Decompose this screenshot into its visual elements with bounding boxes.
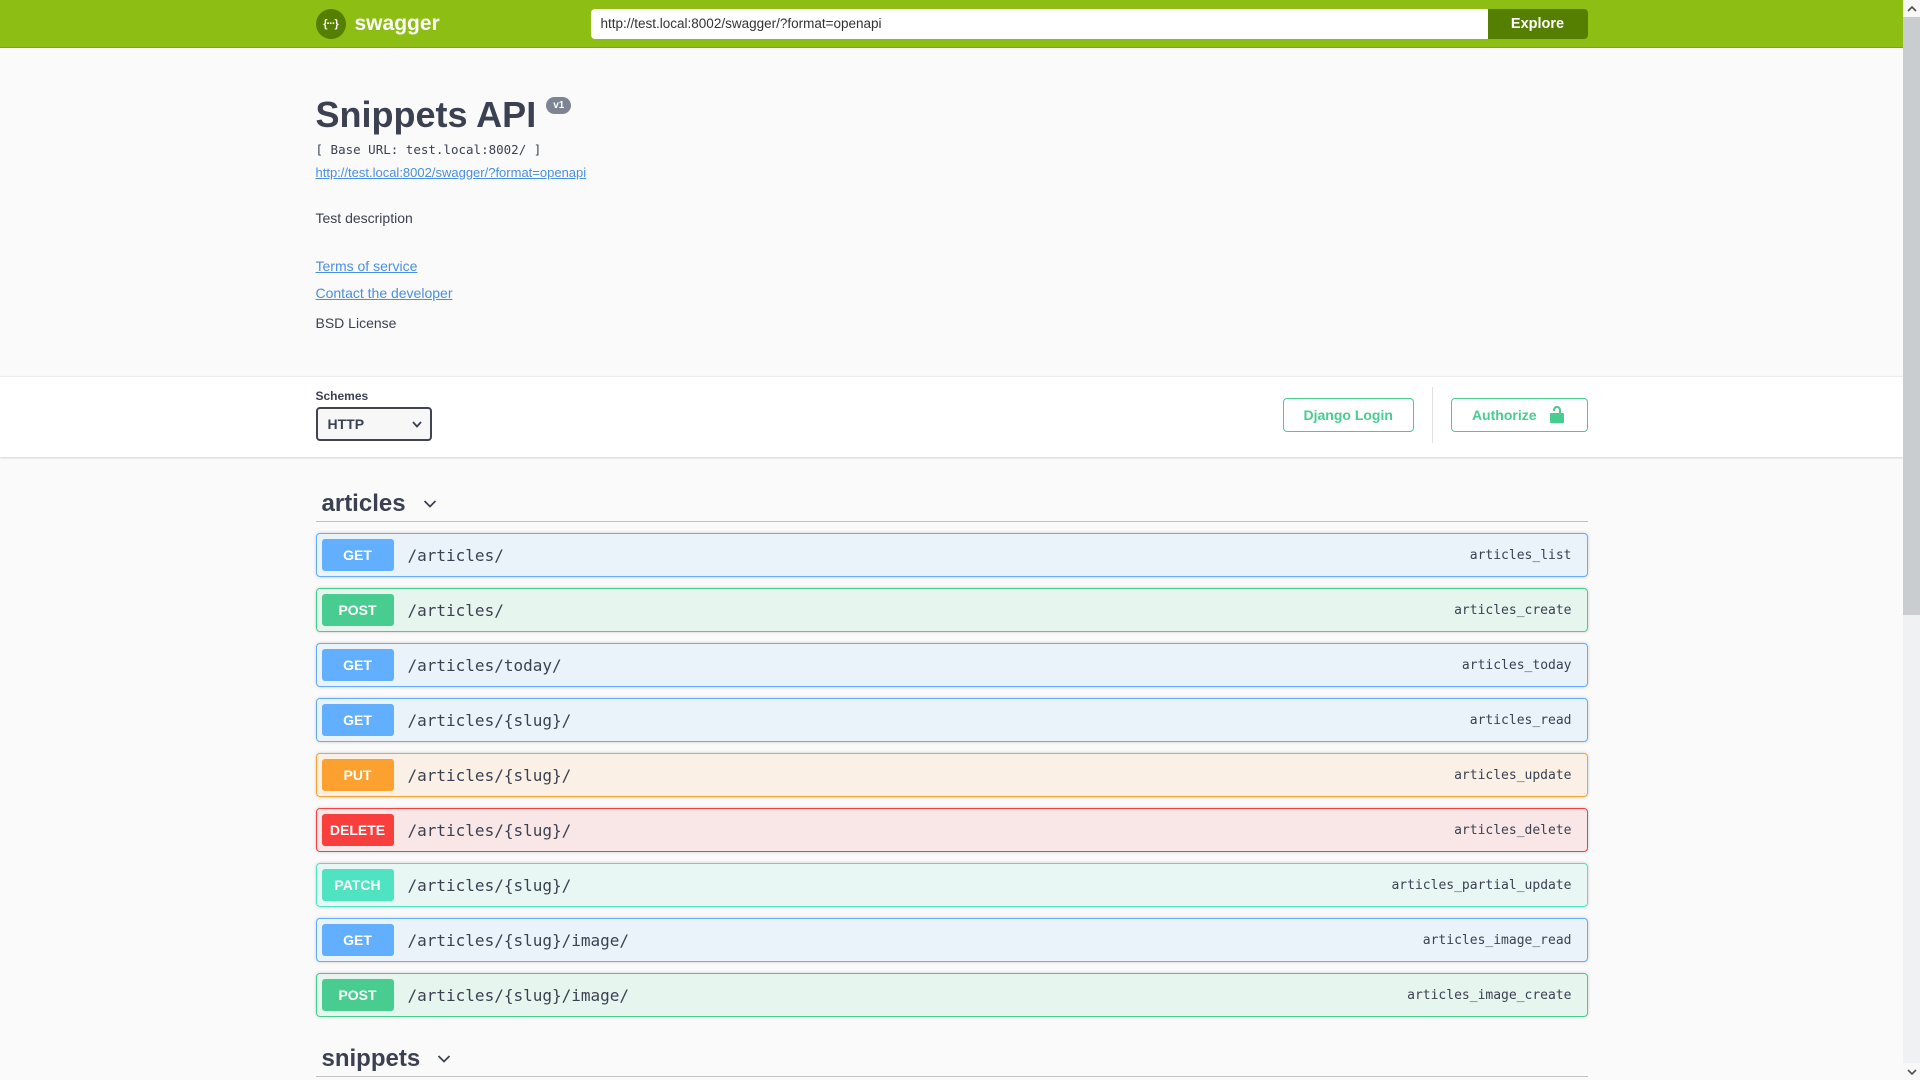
operation-id: articles_image_create	[1407, 987, 1572, 1003]
swagger-logo-icon: {···}	[315, 8, 346, 39]
method-badge: POST	[321, 979, 394, 1012]
operation-id: articles_image_read	[1422, 932, 1572, 948]
api-description: Test description	[315, 210, 413, 227]
operation-row[interactable]: POST /articles/ articles_create	[315, 588, 1588, 633]
scrollbar-thumb[interactable]	[1903, 17, 1920, 615]
operation-row[interactable]: GET /articles/today/ articles_today	[315, 643, 1588, 688]
chevron-up-icon	[1906, 5, 1917, 12]
operation-id: articles_create	[1454, 602, 1572, 618]
method-badge: PATCH	[321, 869, 394, 902]
base-url-text: [ Base URL: test.local:8002/ ]	[315, 142, 542, 158]
version-badge: v1	[546, 97, 572, 114]
section-articles: articles GET /articles/ articles_list PO…	[315, 490, 1588, 1018]
terms-of-service-link[interactable]: Terms of service	[316, 259, 418, 273]
operation-path: /articles/	[407, 600, 504, 620]
operation-path: /articles/{slug}/	[407, 820, 572, 840]
operation-row[interactable]: GET /articles/{slug}/ articles_read	[315, 698, 1588, 743]
contact-developer-link[interactable]: Contact the developer	[316, 286, 453, 300]
swagger-ui-page: {···} swagger Explore Snippets API v1 [ …	[0, 0, 1903, 1080]
method-badge: PUT	[321, 759, 394, 792]
operation-path: /articles/{slug}/	[407, 710, 572, 730]
operation-id: articles_update	[1454, 767, 1572, 783]
method-badge: GET	[321, 704, 394, 737]
unlock-icon	[1549, 406, 1564, 424]
scroll-up-button[interactable]	[1903, 0, 1920, 17]
operation-row[interactable]: GET /articles/ articles_list	[315, 533, 1588, 578]
chevron-down-icon	[1906, 1068, 1917, 1075]
section-title: articles	[321, 490, 406, 518]
swagger-logo-text: swagger	[354, 11, 440, 35]
topbar: {···} swagger Explore	[0, 0, 1903, 48]
operation-row[interactable]: POST /articles/{slug}/image/ articles_im…	[315, 973, 1588, 1018]
spec-link[interactable]: http://test.local:8002/swagger/?format=o…	[316, 165, 587, 180]
operation-list: GET /articles/ articles_list POST /artic…	[315, 522, 1588, 1018]
operation-row[interactable]: GET /articles/{slug}/image/ articles_ima…	[315, 918, 1588, 963]
operation-row[interactable]: PUT /articles/{slug}/ articles_update	[315, 753, 1588, 798]
chevron-down-icon[interactable]	[420, 494, 440, 514]
operation-id: articles_list	[1469, 547, 1572, 563]
operations: articles GET /articles/ articles_list PO…	[315, 490, 1588, 1080]
operation-path: /articles/	[407, 545, 504, 565]
schemes-select[interactable]: HTTP	[315, 407, 432, 442]
operation-id: articles_today	[1461, 657, 1572, 673]
chevron-down-icon[interactable]	[434, 1049, 454, 1069]
operation-path: /articles/{slug}/image/	[407, 985, 630, 1005]
method-badge: GET	[321, 649, 394, 682]
operation-path: /articles/{slug}/	[407, 765, 572, 785]
scheme-container: Schemes HTTP Django Login Authorize	[0, 376, 1903, 458]
info-section: Snippets API v1 [ Base URL: test.local:8…	[0, 48, 1903, 377]
page-title: Snippets API	[315, 94, 537, 135]
method-badge: POST	[321, 594, 394, 627]
operation-row[interactable]: PATCH /articles/{slug}/ articles_partial…	[315, 863, 1588, 908]
swagger-logo[interactable]: {···} swagger	[315, 8, 440, 39]
method-badge: GET	[321, 539, 394, 572]
explore-button[interactable]: Explore	[1487, 8, 1588, 39]
operation-row[interactable]: DELETE /articles/{slug}/ articles_delete	[315, 808, 1588, 853]
operation-path: /articles/{slug}/	[407, 875, 572, 895]
operation-id: articles_read	[1469, 712, 1572, 728]
auth-wrapper: Django Login Authorize	[1282, 387, 1588, 444]
auth-divider	[1431, 387, 1433, 444]
method-badge: DELETE	[321, 814, 394, 847]
spec-url-form: Explore	[590, 8, 1588, 39]
section-title: snippets	[321, 1045, 421, 1073]
django-login-button[interactable]: Django Login	[1282, 398, 1414, 433]
operation-path: /articles/today/	[407, 655, 562, 675]
method-badge: GET	[321, 924, 394, 957]
operation-id: articles_partial_update	[1391, 877, 1572, 893]
authorize-button-label: Authorize	[1471, 407, 1537, 424]
operation-id: articles_delete	[1454, 822, 1572, 838]
authorize-button[interactable]: Authorize	[1450, 398, 1588, 433]
scroll-down-button[interactable]	[1903, 1063, 1920, 1080]
section-snippets: snippets GET /snippets/ snippets_list	[315, 1045, 1588, 1080]
operation-path: /articles/{slug}/image/	[407, 930, 630, 950]
spec-url-input[interactable]	[590, 8, 1488, 39]
license-text: BSD License	[315, 315, 397, 332]
scrollbar	[1903, 0, 1920, 1080]
